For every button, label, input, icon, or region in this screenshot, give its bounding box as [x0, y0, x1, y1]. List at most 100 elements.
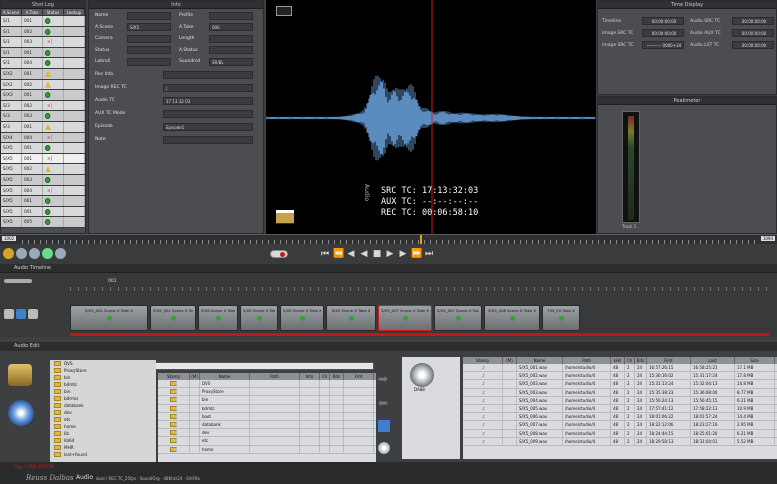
- step-back-icon[interactable]: ◀: [346, 249, 356, 259]
- step-forward-icon[interactable]: ▶: [398, 249, 408, 259]
- shot-log-row[interactable]: S/X4 004 ✕: [1, 132, 85, 144]
- transfer-right-icon[interactable]: ➡: [378, 372, 390, 386]
- shot-log-row[interactable]: S/3 002 ✕: [1, 100, 85, 112]
- shot-log-row[interactable]: S/1 001: [1, 47, 85, 59]
- media-drive-icon[interactable]: [410, 363, 434, 387]
- file-row[interactable]: dev: [158, 429, 376, 438]
- column-header[interactable]: Stamp: [158, 373, 190, 380]
- file-row[interactable]: etc: [158, 437, 376, 446]
- column-header[interactable]: Ch: [625, 357, 635, 364]
- transfer-left-icon[interactable]: ⬅: [378, 396, 390, 410]
- field-input[interactable]: 17 13 32 03: [163, 96, 253, 105]
- column-header[interactable]: Ch: [320, 373, 330, 380]
- stop-icon[interactable]: ■: [372, 249, 382, 259]
- shot-log-row[interactable]: S/1 003 ✕: [1, 37, 85, 48]
- tool-e-icon[interactable]: [55, 248, 66, 259]
- folder-item[interactable]: etc: [50, 416, 156, 423]
- burn-disc-icon[interactable]: [378, 442, 390, 454]
- column-header[interactable]: (M): [190, 373, 200, 380]
- tool-a-icon[interactable]: [3, 248, 14, 259]
- folder-item[interactable]: bin: [50, 374, 156, 381]
- column-header[interactable]: Fmt: [344, 373, 374, 380]
- field-input[interactable]: [127, 57, 171, 66]
- media-row[interactable]: ♪ S/X5_009.wav/home/studio/4 48 2 24 18:29:58…: [463, 437, 777, 446]
- timeline-zoom-slider[interactable]: [4, 279, 32, 283]
- timeline-scrollbar[interactable]: [70, 333, 770, 336]
- column-header[interactable]: kHz: [611, 357, 625, 364]
- column-header[interactable]: A.Scene: [1, 9, 22, 15]
- media-row[interactable]: ♪ S/X5_007.wav/home/studio/4 48 2 24 18:22:12…: [463, 421, 777, 430]
- shot-log-row[interactable]: S/X5 001: [1, 143, 85, 154]
- jog-toggle[interactable]: [270, 250, 288, 258]
- audio-clip[interactable]: S/X5_007 Scene X Take X: [378, 305, 432, 331]
- audio-clip[interactable]: S/X5_002 Scene X Take X: [150, 305, 196, 331]
- folder-item[interactable]: bdrmis: [50, 395, 156, 402]
- go-to-start-icon[interactable]: ⏮: [320, 249, 330, 259]
- folder-item[interactable]: dev: [50, 409, 156, 416]
- play-icon[interactable]: ▶: [385, 249, 395, 259]
- tool-b-icon[interactable]: [16, 248, 27, 259]
- media-row[interactable]: ♪ S/X5_005.wav/home/studio/4 48 2 24 17:57:41…: [463, 404, 777, 414]
- shot-log-row[interactable]: S/3 001: [1, 121, 85, 133]
- column-header[interactable]: Stamp: [463, 357, 503, 364]
- audio-clip[interactable]: S/X5_001 Scene X Take X: [70, 305, 148, 331]
- field-input[interactable]: [163, 70, 253, 79]
- column-header[interactable]: Name: [200, 373, 250, 380]
- column-header[interactable]: Info: [300, 373, 320, 380]
- shot-log-row[interactable]: S/X5 001 ✕: [1, 153, 85, 165]
- shot-log-row[interactable]: S/X5 005: [1, 217, 85, 228]
- column-header[interactable]: Bits: [635, 357, 647, 364]
- file-row[interactable]: databank: [158, 420, 376, 430]
- media-row[interactable]: ♪ S/X5_003.wav/home/studio/4 48 2 24 15:35:38…: [463, 388, 777, 397]
- field-input[interactable]: 006: [209, 23, 253, 31]
- audio-clip[interactable]: S/X5_008 Scene X Take X: [484, 305, 540, 331]
- shot-log-row[interactable]: S/1 001: [1, 16, 85, 27]
- column-header[interactable]: Lookup: [64, 9, 85, 15]
- fast-forward-icon[interactable]: ⏩: [411, 249, 422, 259]
- shot-log-row[interactable]: S/3 003: [1, 111, 85, 122]
- field-input[interactable]: [209, 11, 253, 20]
- audio-timeline[interactable]: 001 S/X5_001 Scene X Take X S/X5_002 Scen…: [0, 273, 777, 337]
- timeline-ruler[interactable]: 1002 1094: [0, 234, 777, 245]
- hdd-icon[interactable]: [8, 364, 32, 386]
- column-header[interactable]: Name: [517, 357, 563, 364]
- file-row[interactable]: bin: [158, 396, 376, 405]
- folder-item[interactable]: lib64: [50, 437, 156, 444]
- shot-log-row[interactable]: S/X5 002: [1, 164, 85, 175]
- folder-item[interactable]: bdmtc: [50, 381, 156, 388]
- clapper-icon[interactable]: [276, 210, 294, 224]
- field-input[interactable]: [127, 34, 171, 43]
- folder-item[interactable]: lost+found: [50, 451, 156, 458]
- folder-item[interactable]: DVS: [50, 360, 156, 367]
- shot-log-row[interactable]: S/X3 001: [1, 90, 85, 101]
- field-input[interactable]: S/X5: [127, 23, 171, 31]
- file-row[interactable]: DVS: [158, 380, 376, 389]
- field-input[interactable]: [127, 11, 171, 20]
- track-mute-icon[interactable]: [4, 309, 14, 319]
- audio-clip[interactable]: S/X5 Scene X Take X: [198, 305, 238, 331]
- audio-clip[interactable]: S/X5 Scene X Take X: [280, 305, 324, 331]
- column-header[interactable]: Bits: [330, 373, 344, 380]
- rewind-icon[interactable]: ◀: [359, 249, 369, 259]
- previous-icon[interactable]: ⏪: [333, 249, 344, 259]
- field-input[interactable]: [209, 46, 253, 54]
- column-header[interactable]: Status: [43, 9, 64, 15]
- folder-item[interactable]: ProxyStore: [50, 367, 156, 374]
- column-header[interactable]: (M): [503, 357, 517, 364]
- column-header[interactable]: Size: [735, 357, 775, 364]
- media-row[interactable]: ♪ S/X5_003.wav/home/studio/4 48 2 24 15:31:13…: [463, 380, 777, 389]
- field-input[interactable]: [127, 46, 171, 54]
- media-row[interactable]: ♪ S/X5_008.wav/home/studio/4 48 2 24 18:24:44…: [463, 429, 777, 438]
- video-viewer[interactable]: Audio SRC TC: 17:13:32:03 AUX TC: --:--:…: [266, 0, 596, 234]
- column-header[interactable]: First: [647, 357, 691, 364]
- column-header[interactable]: Last: [691, 357, 735, 364]
- media-list[interactable]: Stamp (M) Name Path kHz Ch Bits First Last Size ♪…: [463, 357, 777, 459]
- shot-log-row[interactable]: S/X2 001: [1, 68, 85, 80]
- split-icon[interactable]: [378, 420, 390, 432]
- field-input[interactable]: [163, 135, 253, 144]
- media-row[interactable]: ♪ S/X5_001.wav/home/studio/4 48 2 24 16:57:26…: [463, 364, 777, 373]
- column-header[interactable]: A.Take: [22, 9, 43, 15]
- disc-icon[interactable]: [8, 400, 34, 426]
- folder-item[interactable]: bin: [50, 388, 156, 395]
- file-row[interactable]: bdmtc: [158, 404, 376, 413]
